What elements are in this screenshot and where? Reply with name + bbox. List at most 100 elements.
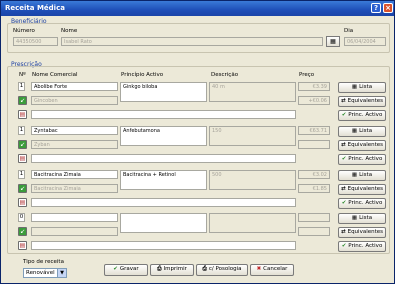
row3-princ-activo-label: Princ. Activo bbox=[348, 200, 383, 206]
row4-lista-button[interactable]: ▦ Lista bbox=[338, 213, 386, 224]
list-icon: ▦ bbox=[351, 84, 358, 90]
list-icon: ▦ bbox=[351, 128, 358, 134]
nome-label: Nome bbox=[61, 28, 78, 34]
row3-descricao: 500 bbox=[209, 170, 296, 190]
row1-descricao: 40 m bbox=[209, 82, 296, 102]
cancelar-button[interactable]: ✖ Cancelar bbox=[250, 264, 294, 276]
tipo-receita-select[interactable]: Renovável ▼ bbox=[23, 268, 67, 278]
chevron-down-icon: ▼ bbox=[57, 269, 66, 277]
window-title: Receita Médica bbox=[5, 4, 65, 12]
tipo-receita-label: Tipo de receita bbox=[23, 259, 64, 265]
row2-princ-activo-button[interactable]: ✔ Princ. Activo bbox=[338, 154, 386, 165]
row4-nome-comercial[interactable] bbox=[31, 213, 118, 222]
gravar-button[interactable]: ✔ Gravar bbox=[104, 264, 148, 276]
cancelar-label: Cancelar bbox=[263, 266, 288, 272]
posologia-print-button[interactable]: ⎙ c/ Posologia bbox=[196, 264, 248, 276]
row2-preco: €63.71 bbox=[298, 126, 330, 135]
list-icon: ▦ bbox=[351, 215, 358, 221]
title-bar: Receita Médica ? × bbox=[1, 1, 394, 16]
row4-lista-label: Lista bbox=[359, 215, 373, 221]
row3-posologia-icon[interactable]: ▤ bbox=[18, 198, 27, 207]
equivalents-icon: ⇄ bbox=[340, 98, 346, 104]
prescription-window: Receita Médica ? × Beneficiário Número N… bbox=[0, 0, 395, 284]
equivalents-icon: ⇄ bbox=[340, 142, 346, 148]
row3-preco: €3.02 bbox=[298, 170, 330, 179]
row3-generic-icon[interactable]: ↙ bbox=[18, 184, 27, 193]
dia-field: 06/04/2004 bbox=[344, 37, 386, 46]
row4-principio-activo[interactable] bbox=[120, 213, 207, 233]
row3-quantity[interactable]: 1 bbox=[18, 170, 25, 179]
row4-preco bbox=[298, 213, 330, 222]
check-icon: ✔ bbox=[341, 243, 347, 249]
row2-posologia-field[interactable] bbox=[31, 154, 296, 163]
row2-generico: Zyban bbox=[31, 140, 118, 149]
row1-equivalentes-button[interactable]: ⇄ Equivalentes bbox=[338, 96, 386, 107]
close-button[interactable]: × bbox=[383, 3, 393, 13]
nome-field: Isabel Rato bbox=[61, 37, 323, 46]
numero-field: 44350500 bbox=[13, 37, 58, 46]
row3-principio-activo[interactable]: Bacitracina + Retinol bbox=[120, 170, 207, 190]
row4-generic-icon[interactable]: ↙ bbox=[18, 227, 27, 236]
row2-lista-label: Lista bbox=[359, 128, 373, 134]
printer-icon: ⎙ bbox=[202, 266, 207, 272]
row1-nome-comercial[interactable]: Abolibe Forte bbox=[31, 82, 118, 91]
row2-equivalentes-label: Equivalentes bbox=[347, 142, 384, 148]
row2-lista-button[interactable]: ▦ Lista bbox=[338, 126, 386, 137]
row4-quantity[interactable]: 0 bbox=[18, 213, 25, 222]
row1-lista-button[interactable]: ▦ Lista bbox=[338, 82, 386, 93]
imprimir-label: Imprimir bbox=[163, 266, 187, 272]
row4-princ-activo-button[interactable]: ✔ Princ. Activo bbox=[338, 241, 386, 252]
row2-posologia-icon[interactable]: ▤ bbox=[18, 154, 27, 163]
row3-lista-button[interactable]: ▦ Lista bbox=[338, 170, 386, 181]
row4-descricao bbox=[209, 213, 296, 233]
equivalents-icon: ⇄ bbox=[340, 229, 346, 235]
row1-preco-generico: +€0.06 bbox=[298, 96, 330, 105]
equivalents-icon: ⇄ bbox=[340, 186, 346, 192]
row4-equivalentes-label: Equivalentes bbox=[347, 229, 384, 235]
row4-preco-generico bbox=[298, 227, 330, 236]
row2-principio-activo[interactable]: Anfebutamona bbox=[120, 126, 207, 146]
row3-posologia-field[interactable] bbox=[31, 198, 296, 207]
row2-princ-activo-label: Princ. Activo bbox=[348, 156, 383, 162]
row3-preco-generico: €1.85 bbox=[298, 184, 330, 193]
row1-quantity[interactable]: 1 bbox=[18, 82, 25, 91]
header-nome-comercial: Nome Comercial bbox=[32, 72, 78, 78]
row1-posologia-icon[interactable]: ▤ bbox=[18, 110, 27, 119]
row1-generic-icon[interactable]: ↙ bbox=[18, 96, 27, 105]
row1-generico: Gincoben bbox=[31, 96, 118, 105]
check-icon: ✔ bbox=[341, 156, 347, 162]
cancel-x-icon: ✖ bbox=[256, 266, 262, 272]
row4-equivalentes-button[interactable]: ⇄ Equivalentes bbox=[338, 227, 386, 238]
row1-principio-activo[interactable]: Ginkgo biloba bbox=[120, 82, 207, 102]
row4-posologia-field[interactable] bbox=[31, 241, 296, 250]
row1-preco: €3.39 bbox=[298, 82, 330, 91]
row1-princ-activo-button[interactable]: ✔ Princ. Activo bbox=[338, 110, 386, 121]
gravar-label: Gravar bbox=[119, 266, 139, 272]
help-button[interactable]: ? bbox=[371, 3, 381, 13]
printer-icon: ⎙ bbox=[157, 266, 162, 272]
row2-generic-icon[interactable]: ↙ bbox=[18, 140, 27, 149]
posologia-print-label: c/ Posologia bbox=[208, 266, 242, 272]
row4-posologia-icon[interactable]: ▤ bbox=[18, 241, 27, 250]
row3-princ-activo-button[interactable]: ✔ Princ. Activo bbox=[338, 198, 386, 209]
row3-nome-comercial[interactable]: Bacitracina Zimaia bbox=[31, 170, 118, 179]
dia-label: Dia bbox=[344, 28, 354, 34]
tipo-receita-value: Renovável bbox=[26, 270, 55, 276]
header-preco: Preço bbox=[299, 72, 315, 78]
row2-nome-comercial[interactable]: Zyntabac bbox=[31, 126, 118, 135]
row1-posologia-field[interactable] bbox=[31, 110, 296, 119]
header-descricao: Descrição bbox=[211, 72, 239, 78]
row2-equivalentes-button[interactable]: ⇄ Equivalentes bbox=[338, 140, 386, 151]
row3-lista-label: Lista bbox=[359, 172, 373, 178]
row1-equivalentes-label: Equivalentes bbox=[347, 98, 384, 104]
header-principio-activo: Princípio Activo bbox=[121, 72, 164, 78]
calendar-icon[interactable]: ▦ bbox=[326, 36, 340, 47]
check-icon: ✔ bbox=[113, 266, 118, 272]
row2-descricao: 150 bbox=[209, 126, 296, 146]
row3-equivalentes-button[interactable]: ⇄ Equivalentes bbox=[338, 184, 386, 195]
row3-equivalentes-label: Equivalentes bbox=[347, 186, 384, 192]
check-icon: ✔ bbox=[341, 200, 347, 206]
row2-quantity[interactable]: 1 bbox=[18, 126, 25, 135]
header-n: Nº bbox=[19, 72, 26, 78]
imprimir-button[interactable]: ⎙ Imprimir bbox=[150, 264, 194, 276]
